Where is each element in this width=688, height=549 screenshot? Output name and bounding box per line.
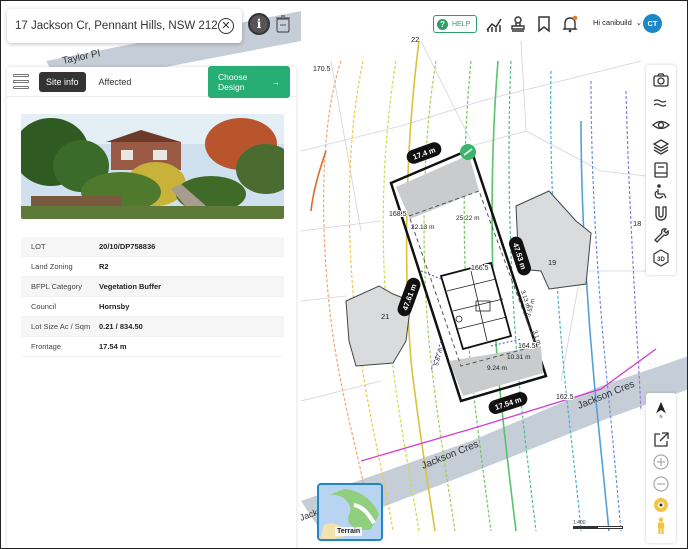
accessibility-icon[interactable] (652, 183, 670, 201)
address-text: 17 Jackson Cr, Pennant Hills, NSW 2120, … (15, 20, 218, 32)
north-arrow-icon[interactable]: N (652, 401, 670, 419)
north-label: N (660, 414, 663, 419)
tab-site-info[interactable]: Site info (39, 71, 86, 92)
spot-height: 162.5 (556, 394, 574, 401)
detail-row: Frontage 17.54 m (21, 337, 284, 357)
detail-key: BFPL Category (31, 282, 82, 291)
location-icon[interactable] (652, 496, 670, 514)
inner-dimension: 10.31 m (507, 354, 531, 361)
detail-key: Frontage (31, 342, 62, 351)
wrench-icon[interactable] (652, 227, 670, 245)
detail-value: Hornsby (99, 302, 130, 311)
spot-height: 168.5 (389, 211, 407, 218)
stamp-icon[interactable] (509, 15, 527, 33)
chart-icon[interactable] (485, 15, 503, 33)
street-view-photo (21, 114, 284, 219)
scale-bar: 1:400 (573, 520, 623, 529)
detail-key: Lot Size Ac / Sqm (31, 322, 91, 331)
close-icon[interactable]: ✕ (218, 18, 234, 34)
detail-key: Council (31, 302, 57, 311)
detail-value: 0.21 / 834.50 (99, 322, 143, 331)
arrow-right-icon: → (271, 76, 281, 87)
bell-icon[interactable] (561, 15, 579, 33)
magnet-icon[interactable] (652, 205, 670, 223)
detail-value: 20/10/DP758836 (99, 242, 156, 251)
detail-value: Vegetation Buffer (99, 282, 162, 291)
external-link-icon[interactable] (652, 431, 670, 449)
spot-height: 164.5 (518, 343, 536, 350)
lot-number: 19 (548, 258, 556, 267)
help-icon: ? (437, 18, 448, 30)
zoom-out-icon[interactable] (652, 475, 670, 493)
detail-value: R2 (99, 262, 109, 271)
inner-dimension: 22.13 m (411, 224, 435, 231)
tab-affected[interactable]: Affected (92, 72, 139, 92)
app-frame: 17.4 m 47.53 m 47.61 m 17.54 m Taylor Pl… (0, 0, 688, 549)
layers-icon[interactable] (652, 138, 670, 156)
user-greeting: Hi canibuild (593, 18, 632, 27)
chevron-down-icon: ⌄ (635, 18, 643, 27)
panel-tabbar: Site info Affected Choose Design → (7, 65, 296, 98)
lot-number: 18 (633, 219, 641, 228)
avatar[interactable]: CT (643, 14, 662, 33)
terrain-layer-toggle[interactable]: Terrain (317, 483, 383, 541)
pegman-icon[interactable] (652, 517, 670, 535)
lot-number: 22 (411, 35, 419, 44)
spot-height: 170.5 (313, 66, 331, 73)
bookmark-icon[interactable] (535, 15, 553, 33)
trash-icon[interactable] (275, 14, 291, 34)
3d-view-icon[interactable]: 3D (652, 249, 670, 267)
choose-design-button[interactable]: Choose Design → (208, 65, 290, 98)
terrain-label: Terrain (335, 527, 363, 536)
detail-row: Council Hornsby (21, 297, 284, 317)
help-button[interactable]: ? HELP (433, 15, 477, 33)
book-icon[interactable] (652, 161, 670, 179)
help-label: HELP (452, 20, 471, 28)
site-info-panel: Site info Affected Choose Design → LOT 2… (7, 65, 296, 548)
spot-height: 166.5 (471, 265, 489, 272)
address-search[interactable]: 17 Jackson Cr, Pennant Hills, NSW 2120, … (7, 9, 242, 43)
camera-icon[interactable] (652, 71, 670, 89)
detail-key: Land Zoning (31, 262, 73, 271)
detail-row: Lot Size Ac / Sqm 0.21 / 834.50 (21, 317, 284, 337)
inner-dimension: 9.24 m (487, 365, 507, 372)
detail-row: Land Zoning R2 (21, 257, 284, 277)
site-details-table: LOT 20/10/DP758836 Land Zoning R2 BFPL Categ… (21, 237, 284, 357)
detail-value: 17.54 m (99, 342, 127, 351)
lot-number: 21 (381, 312, 389, 321)
user-menu[interactable]: Hi canibuild ⌄ (593, 18, 642, 27)
panel-menu-icon[interactable] (13, 74, 29, 89)
choose-design-label: Choose Design (218, 71, 248, 92)
detail-row: BFPL Category Vegetation Buffer (21, 277, 284, 297)
zoom-in-icon[interactable] (652, 453, 670, 471)
map-tools-toolbar: 3D (646, 65, 676, 275)
info-icon[interactable]: i (248, 13, 270, 35)
eye-icon[interactable] (652, 116, 670, 134)
map-nav-toolbar: N (646, 393, 676, 543)
detail-row: LOT 20/10/DP758836 (21, 237, 284, 257)
inner-dimension: 25.22 m (456, 215, 480, 222)
water-icon[interactable] (652, 94, 670, 112)
detail-key: LOT (31, 242, 46, 251)
svg-text:3D: 3D (657, 257, 665, 263)
